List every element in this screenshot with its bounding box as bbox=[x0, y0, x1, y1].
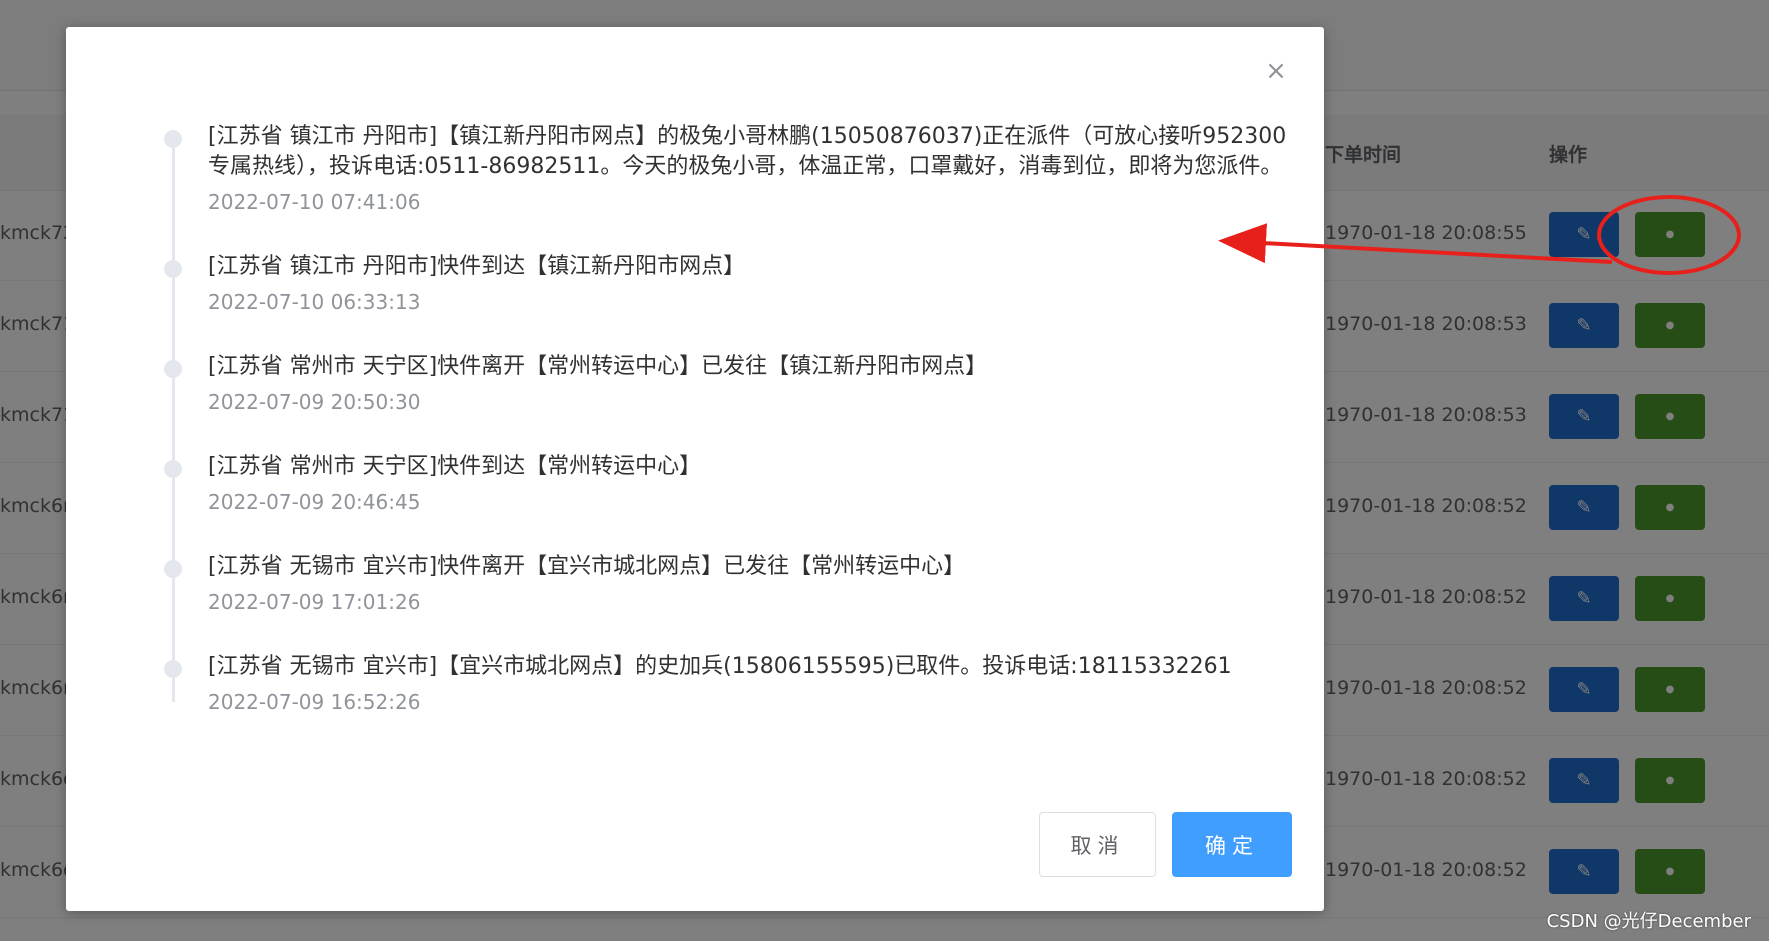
cancel-button[interactable]: 取消 bbox=[1039, 812, 1156, 877]
timeline-line bbox=[172, 132, 175, 702]
close-icon[interactable]: × bbox=[1264, 58, 1288, 84]
timeline-content: [江苏省 无锡市 宜兴市]快件离开【宜兴市城北网点】已发往【常州转运中心】 bbox=[208, 554, 966, 579]
timeline-item: [江苏省 常州市 天宁区]快件到达【常州转运中心】 2022-07-09 20:4… bbox=[160, 452, 1290, 516]
timeline-timestamp: 2022-07-10 06:33:13 bbox=[208, 290, 421, 314]
timeline-content: [江苏省 镇江市 丹阳市]快件到达【镇江新丹阳市网点】 bbox=[208, 254, 746, 279]
timeline-timestamp: 2022-07-10 07:41:06 bbox=[208, 190, 421, 214]
timeline-dot bbox=[164, 460, 182, 478]
timeline-dot bbox=[164, 130, 182, 148]
timeline-dot bbox=[164, 560, 182, 578]
timeline-content: [江苏省 镇江市 丹阳市]【镇江新丹阳市网点】的极兔小哥林鹏(150508760… bbox=[208, 124, 1287, 179]
logistics-dialog: × [江苏省 镇江市 丹阳市]【镇江新丹阳市网点】的极兔小哥林鹏(1505087… bbox=[66, 27, 1324, 911]
timeline-timestamp: 2022-07-09 16:52:26 bbox=[208, 690, 421, 714]
timeline-content: [江苏省 常州市 天宁区]快件离开【常州转运中心】已发往【镇江新丹阳市网点】 bbox=[208, 354, 988, 379]
timeline-dot bbox=[164, 360, 182, 378]
timeline-content: [江苏省 无锡市 宜兴市]【宜兴市城北网点】的史加兵(15806155595)已… bbox=[208, 654, 1232, 679]
timeline-item: [江苏省 镇江市 丹阳市]【镇江新丹阳市网点】的极兔小哥林鹏(150508760… bbox=[160, 122, 1290, 216]
logistics-timeline: [江苏省 镇江市 丹阳市]【镇江新丹阳市网点】的极兔小哥林鹏(150508760… bbox=[160, 122, 1290, 716]
timeline-dot bbox=[164, 260, 182, 278]
timeline-timestamp: 2022-07-09 17:01:26 bbox=[208, 590, 421, 614]
timeline-item: [江苏省 常州市 天宁区]快件离开【常州转运中心】已发往【镇江新丹阳市网点】 20… bbox=[160, 352, 1290, 416]
timeline-content: [江苏省 常州市 天宁区]快件到达【常州转运中心】 bbox=[208, 454, 702, 479]
watermark: CSDN @光仔December bbox=[1546, 911, 1751, 932]
timeline-timestamp: 2022-07-09 20:46:45 bbox=[208, 490, 421, 514]
confirm-button[interactable]: 确定 bbox=[1172, 812, 1292, 877]
timeline-item: [江苏省 镇江市 丹阳市]快件到达【镇江新丹阳市网点】 2022-07-10 06… bbox=[160, 252, 1290, 316]
timeline-item: [江苏省 无锡市 宜兴市]快件离开【宜兴市城北网点】已发往【常州转运中心】 202… bbox=[160, 552, 1290, 616]
timeline-timestamp: 2022-07-09 20:50:30 bbox=[208, 390, 421, 414]
dialog-footer: 取消 确定 bbox=[1039, 812, 1292, 877]
timeline-dot bbox=[164, 660, 182, 678]
timeline-item: [江苏省 无锡市 宜兴市]【宜兴市城北网点】的史加兵(15806155595)已… bbox=[160, 652, 1290, 716]
